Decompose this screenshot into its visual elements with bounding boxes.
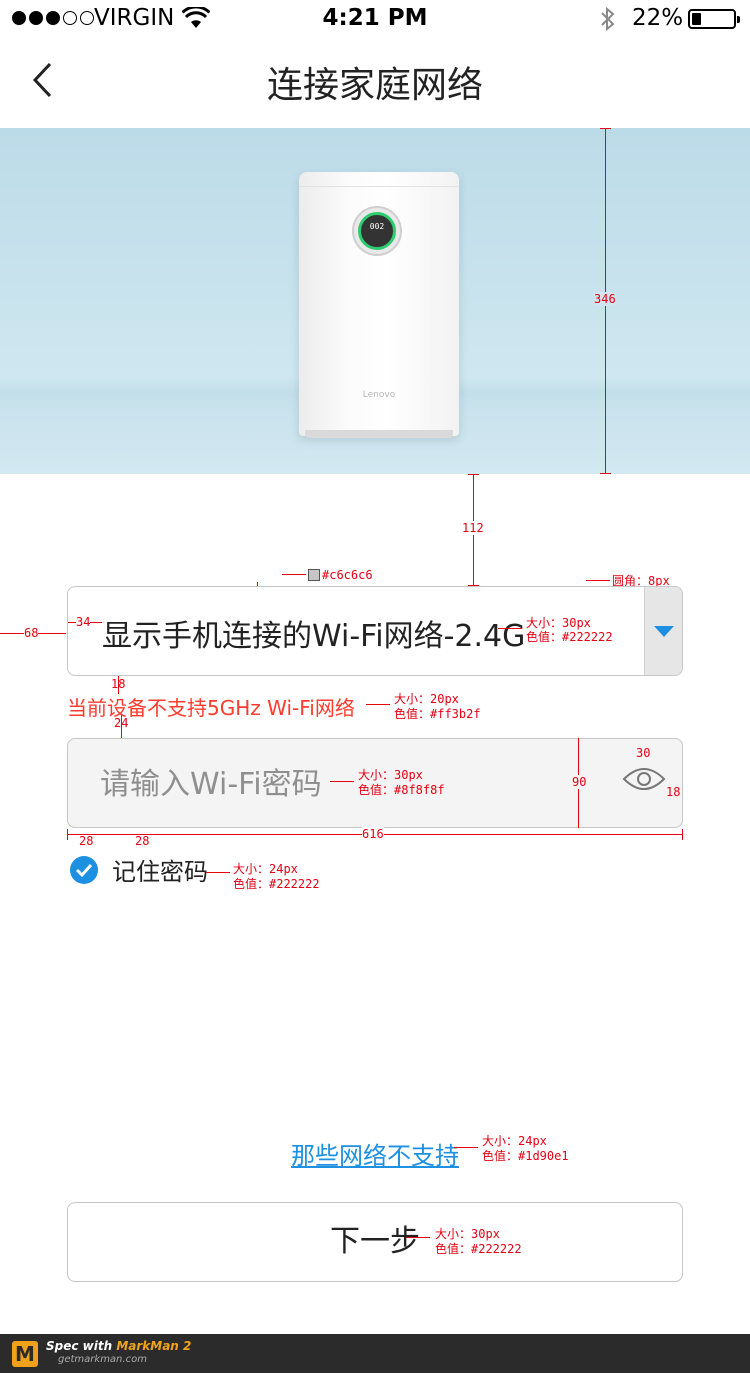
device-brand-logo: Lenovo bbox=[362, 390, 396, 400]
markman-logo-icon: M bbox=[12, 1341, 38, 1367]
battery-icon bbox=[688, 9, 740, 29]
status-bar: VIRGIN 4:21 PM 22% bbox=[0, 0, 750, 40]
markman-footer: M Spec with MarkMan 2 getmarkman.com bbox=[0, 1334, 750, 1373]
remember-password-label[interactable]: 记住密码 bbox=[112, 852, 208, 887]
device-hero-image: 002 Lenovo bbox=[0, 128, 750, 474]
remember-password-checkbox[interactable] bbox=[70, 856, 98, 884]
unsupported-networks-link[interactable]: 那些网络不支持 bbox=[291, 1142, 459, 1170]
wifi-network-value: 显示手机连接的Wi-Fi网络-2.4G bbox=[102, 619, 526, 654]
show-password-eye-icon[interactable] bbox=[622, 765, 666, 793]
battery-percent: 22% bbox=[632, 5, 684, 31]
next-step-button[interactable]: 下一步 bbox=[67, 1202, 683, 1282]
chevron-down-icon bbox=[654, 626, 674, 637]
checkmark-icon bbox=[75, 863, 93, 878]
dropdown-toggle[interactable] bbox=[644, 587, 682, 675]
wifi-password-input[interactable] bbox=[98, 761, 582, 807]
device-display: 002 bbox=[352, 206, 402, 256]
air-purifier-device: 002 Lenovo bbox=[299, 172, 459, 438]
ann-border-color: #c6c6c6 bbox=[322, 568, 373, 582]
dim-gap: 112 bbox=[462, 521, 484, 535]
wifi-5ghz-warning: 当前设备不支持5GHz Wi-Fi网络 bbox=[67, 696, 355, 720]
markman-url: getmarkman.com bbox=[58, 1354, 147, 1365]
page-title: 连接家庭网络 bbox=[266, 65, 483, 106]
unsupported-networks-container: 那些网络不支持 bbox=[0, 1136, 750, 1171]
dim-hero-height: 346 bbox=[594, 292, 616, 306]
bluetooth-icon bbox=[601, 6, 615, 32]
